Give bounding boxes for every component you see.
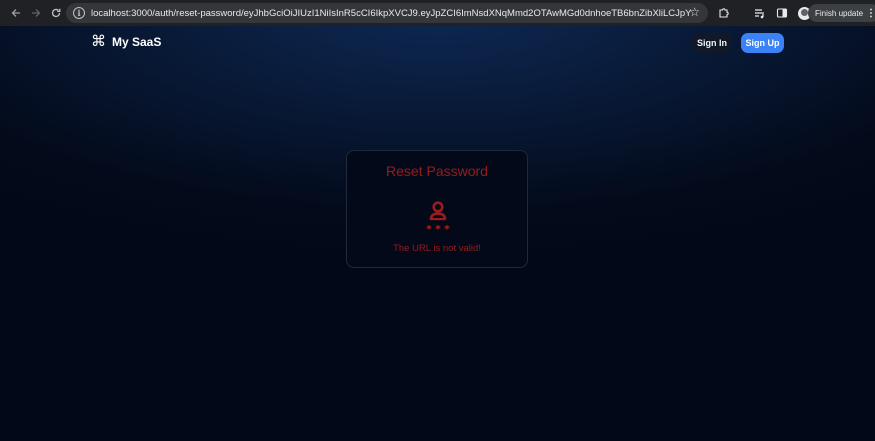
- arrow-right-icon: [32, 9, 41, 17]
- sign-in-button[interactable]: Sign In: [692, 33, 732, 53]
- reload-icon: [51, 8, 61, 18]
- info-icon[interactable]: i: [73, 7, 85, 19]
- kebab-menu-icon: ⋮: [866, 7, 875, 19]
- user-password-icon: [426, 201, 450, 231]
- browser-toolbar: i localhost:3000/auth/reset-password/eyJ…: [0, 0, 875, 26]
- top-navbar: ⌘ My SaaS Sign In Sign Up: [0, 26, 875, 60]
- media-icon[interactable]: [752, 5, 768, 21]
- card-title: Reset Password: [386, 163, 488, 179]
- extension-area: [716, 0, 812, 26]
- reset-password-card: Reset Password The URL is not valid!: [346, 150, 528, 268]
- back-button[interactable]: [6, 3, 26, 23]
- puzzle-icon[interactable]: [716, 5, 732, 21]
- finish-update-button[interactable]: Finish update ⋮: [808, 4, 875, 22]
- logo-text: My SaaS: [112, 34, 162, 49]
- sign-up-button[interactable]: Sign Up: [741, 33, 784, 53]
- logo-link[interactable]: ⌘ My SaaS: [91, 34, 161, 49]
- url-text[interactable]: localhost:3000/auth/reset-password/eyJhb…: [91, 8, 691, 19]
- page: ⌘ My SaaS Sign In Sign Up Reset Password…: [0, 26, 875, 441]
- star-icon[interactable]: ☆: [689, 5, 700, 19]
- reload-button[interactable]: [46, 3, 66, 23]
- address-bar[interactable]: i localhost:3000/auth/reset-password/eyJ…: [66, 3, 708, 23]
- finish-update-label: Finish update: [815, 8, 864, 18]
- command-icon: ⌘: [91, 32, 106, 50]
- sidebar-icon[interactable]: [774, 5, 790, 21]
- error-message: The URL is not valid!: [393, 243, 481, 254]
- forward-button[interactable]: [26, 3, 46, 23]
- arrow-left-icon: [11, 9, 20, 17]
